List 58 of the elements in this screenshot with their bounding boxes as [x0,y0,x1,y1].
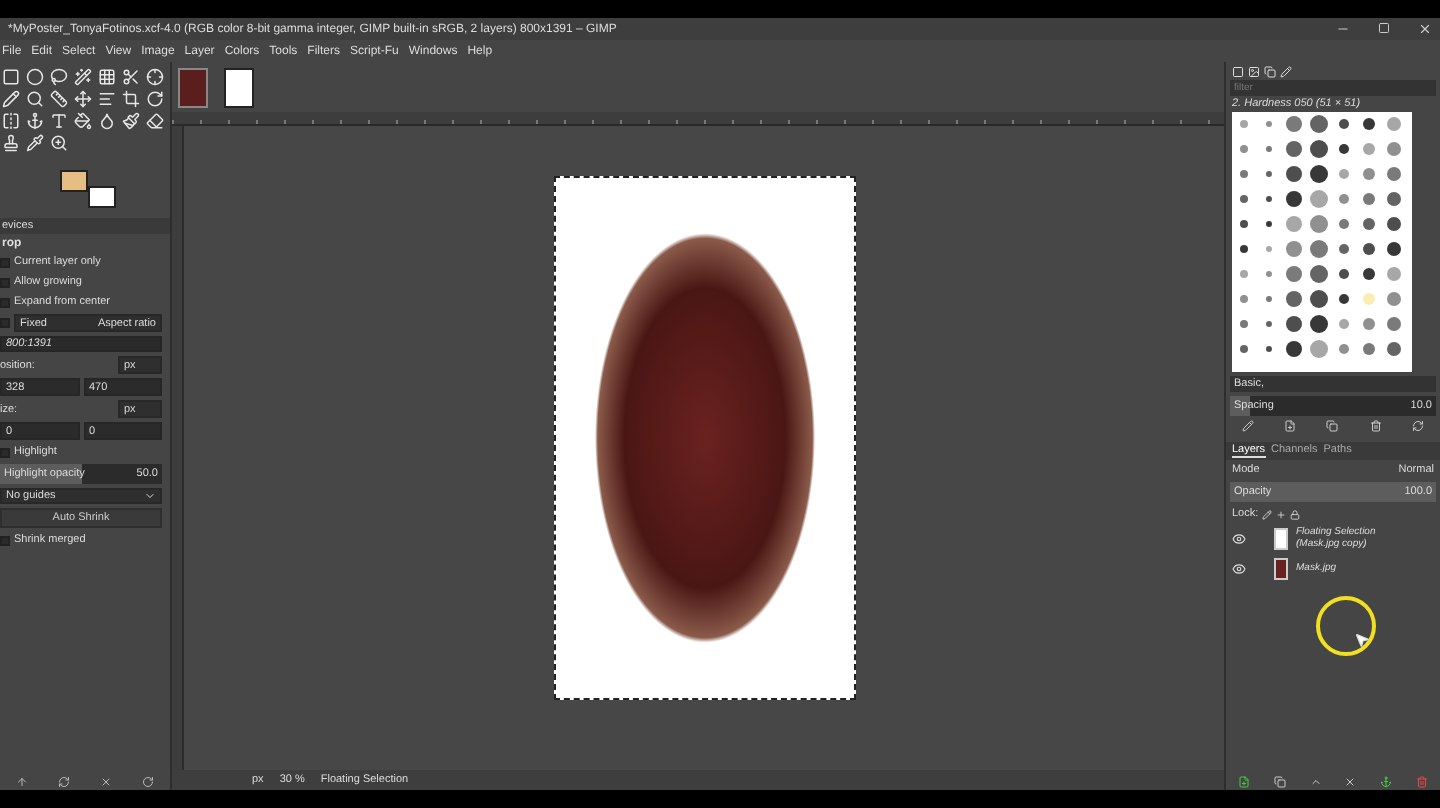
lock-pixels-icon[interactable] [1262,509,1273,519]
delete-layer-icon[interactable] [1416,775,1429,787]
eye-icon[interactable] [1232,562,1246,576]
image-thumbnail[interactable] [178,67,208,107]
checkbox[interactable] [0,277,10,287]
reset-icon[interactable] [142,775,155,787]
caret-icon [144,490,156,502]
tool-icon[interactable] [122,90,140,108]
checkbox[interactable] [0,535,10,545]
layer-thumbnail [1274,528,1288,550]
image-thumbnail[interactable] [224,67,254,107]
tool-icon[interactable] [98,68,116,86]
refresh-icon[interactable] [1412,419,1425,431]
lock-position-icon[interactable] [1276,509,1287,519]
tool-icon[interactable] [146,112,164,130]
tool-icon[interactable] [122,68,140,86]
tool-icon[interactable] [2,112,20,130]
layer-thumbnail [1274,558,1288,580]
maximize-icon[interactable] [1378,22,1390,34]
checkbox[interactable] [0,447,10,457]
edit-icon[interactable] [1241,419,1254,431]
tool-icon[interactable] [98,112,116,130]
lock-alpha-icon[interactable] [1290,509,1301,519]
tool-icon[interactable] [146,68,164,86]
checkbox[interactable] [0,318,10,328]
tool-icon[interactable] [122,112,140,130]
tool-icon[interactable] [50,68,68,86]
delete-icon[interactable] [100,775,113,787]
tool-icon[interactable] [74,112,92,130]
tool-icon[interactable] [50,134,68,152]
tool-icon[interactable] [2,90,20,108]
tool-icon[interactable] [74,90,92,108]
tool-icon[interactable] [26,134,44,152]
anchor-icon[interactable] [1380,775,1393,787]
duplicate-icon[interactable] [1326,419,1339,431]
close-icon[interactable] [1418,22,1432,36]
pencil-icon[interactable] [1280,65,1292,77]
checkbox[interactable] [0,297,10,307]
raise-icon[interactable] [1309,775,1322,787]
restore-icon[interactable] [57,775,70,787]
eye-icon[interactable] [1232,532,1246,546]
pointer-icon [1354,632,1370,648]
tool-icon[interactable] [50,90,68,108]
tool-icon[interactable] [26,112,44,130]
delete-icon[interactable] [1369,419,1382,431]
pattern-icon[interactable] [1248,65,1260,77]
tool-icon[interactable] [50,112,68,130]
foreground-color-swatch[interactable] [60,170,88,192]
tool-icon[interactable] [146,90,164,108]
new-layer-icon[interactable] [1237,775,1250,787]
tool-icon[interactable] [74,68,92,86]
background-color-swatch[interactable] [88,186,116,208]
tool-icon[interactable] [26,90,44,108]
new-icon[interactable] [1284,419,1297,431]
minimize-icon[interactable] [1336,22,1350,36]
checkbox[interactable] [0,257,10,267]
tool-icon[interactable] [2,134,20,152]
tool-icon[interactable] [98,90,116,108]
